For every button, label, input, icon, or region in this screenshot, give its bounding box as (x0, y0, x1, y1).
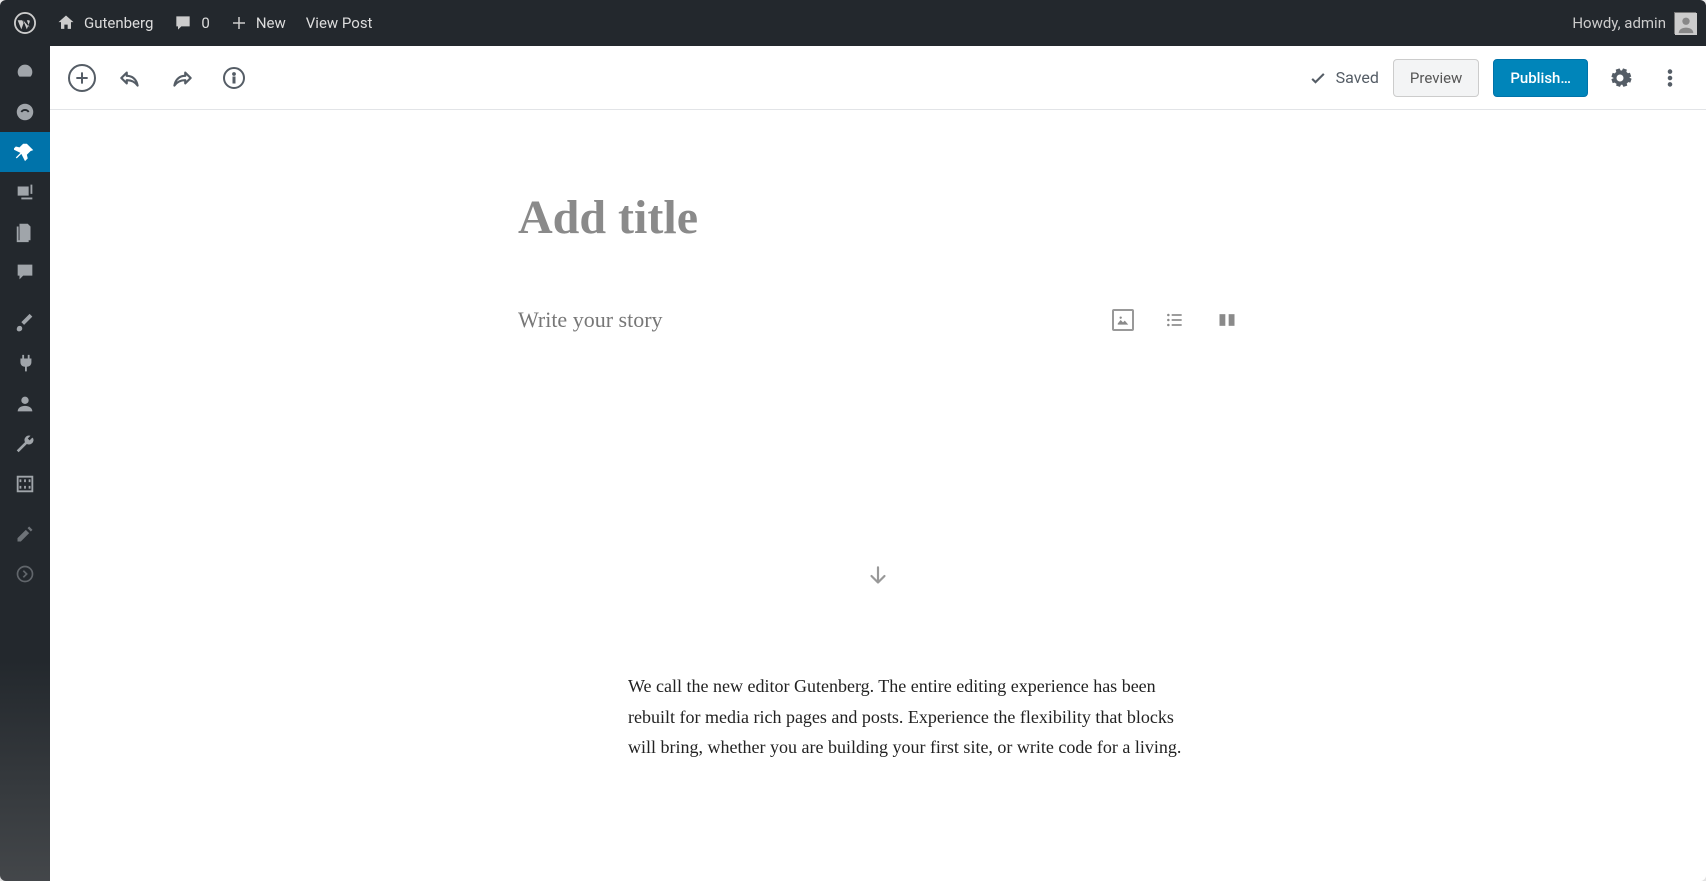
new-label: New (256, 14, 286, 32)
saved-indicator: Saved (1308, 68, 1379, 88)
sidebar-edit[interactable] (0, 514, 50, 554)
admin-bar: Gutenberg 0 New View Post Howdy, admin (0, 0, 1706, 46)
info-button[interactable] (216, 60, 252, 96)
columns-icon (1217, 310, 1237, 330)
avatar[interactable] (1674, 12, 1696, 34)
media-icon (14, 181, 36, 203)
sidebar-settings[interactable] (0, 464, 50, 504)
preview-label: Preview (1410, 69, 1462, 87)
pencil-icon (15, 524, 35, 544)
sidebar-collapse[interactable] (0, 554, 50, 594)
check-icon (1308, 68, 1328, 88)
story-input[interactable]: Write your story (518, 307, 1112, 333)
settings-button[interactable] (1602, 60, 1638, 96)
site-name-label: Gutenberg (84, 14, 153, 32)
insert-after-button[interactable] (865, 563, 891, 593)
pin-icon (14, 141, 36, 163)
undo-button[interactable] (112, 60, 148, 96)
image-block-button[interactable] (1112, 309, 1134, 331)
redo-icon (169, 65, 195, 91)
undo-icon (117, 65, 143, 91)
saved-label: Saved (1336, 68, 1379, 87)
block-inserter-quick (1112, 309, 1238, 331)
gutenberg-icon (14, 101, 36, 123)
pages-icon (14, 221, 36, 243)
gear-icon (1608, 66, 1632, 90)
user-icon (14, 393, 36, 415)
home-icon (56, 13, 76, 33)
comments-link[interactable]: 0 (163, 0, 219, 46)
sidebar-appearance[interactable] (0, 304, 50, 344)
info-icon (222, 66, 246, 90)
admin-sidebar (0, 46, 50, 881)
title-placeholder: Add title (518, 190, 1238, 245)
new-link[interactable]: New (220, 0, 296, 46)
plus-icon (230, 14, 248, 32)
sidebar-plugins[interactable] (0, 344, 50, 384)
brush-icon (14, 313, 36, 335)
add-block-button[interactable] (68, 64, 96, 92)
more-vertical-icon (1659, 67, 1681, 89)
redo-button[interactable] (164, 60, 200, 96)
sidebar-tools[interactable] (0, 424, 50, 464)
howdy-label[interactable]: Howdy, admin (1572, 14, 1666, 32)
plus-circle-icon (74, 70, 90, 86)
arrow-down-icon (865, 563, 891, 589)
sidebar-media[interactable] (0, 172, 50, 212)
sidebar-posts[interactable] (0, 132, 50, 172)
sidebar-users[interactable] (0, 384, 50, 424)
columns-block-button[interactable] (1216, 309, 1238, 331)
comments-icon (14, 261, 36, 283)
more-options-button[interactable] (1652, 60, 1688, 96)
plug-icon (14, 353, 36, 375)
editor-content: Add title Write your story (50, 110, 1706, 881)
image-icon (1116, 313, 1130, 327)
view-post-label: View Post (306, 14, 373, 32)
site-home[interactable]: Gutenberg (46, 0, 163, 46)
editor-toolbar: Saved Preview Publish… (50, 46, 1706, 110)
publish-button[interactable]: Publish… (1493, 59, 1588, 97)
intro-paragraph[interactable]: We call the new editor Gutenberg. The en… (628, 671, 1188, 763)
publish-label: Publish… (1510, 69, 1571, 87)
comment-icon (173, 13, 193, 33)
sliders-icon (14, 473, 36, 495)
dashboard-icon (14, 61, 36, 83)
sidebar-comments[interactable] (0, 252, 50, 292)
comments-count: 0 (201, 14, 209, 32)
collapse-icon (15, 564, 35, 584)
preview-button[interactable]: Preview (1393, 59, 1479, 97)
post-title-input[interactable]: Add title (518, 190, 1238, 245)
view-post-link[interactable]: View Post (296, 0, 383, 46)
wrench-icon (14, 433, 36, 455)
wordpress-logo[interactable] (4, 0, 46, 46)
sidebar-dashboard[interactable] (0, 52, 50, 92)
list-icon (1165, 310, 1185, 330)
sidebar-gutenberg[interactable] (0, 92, 50, 132)
list-block-button[interactable] (1164, 309, 1186, 331)
sidebar-pages[interactable] (0, 212, 50, 252)
